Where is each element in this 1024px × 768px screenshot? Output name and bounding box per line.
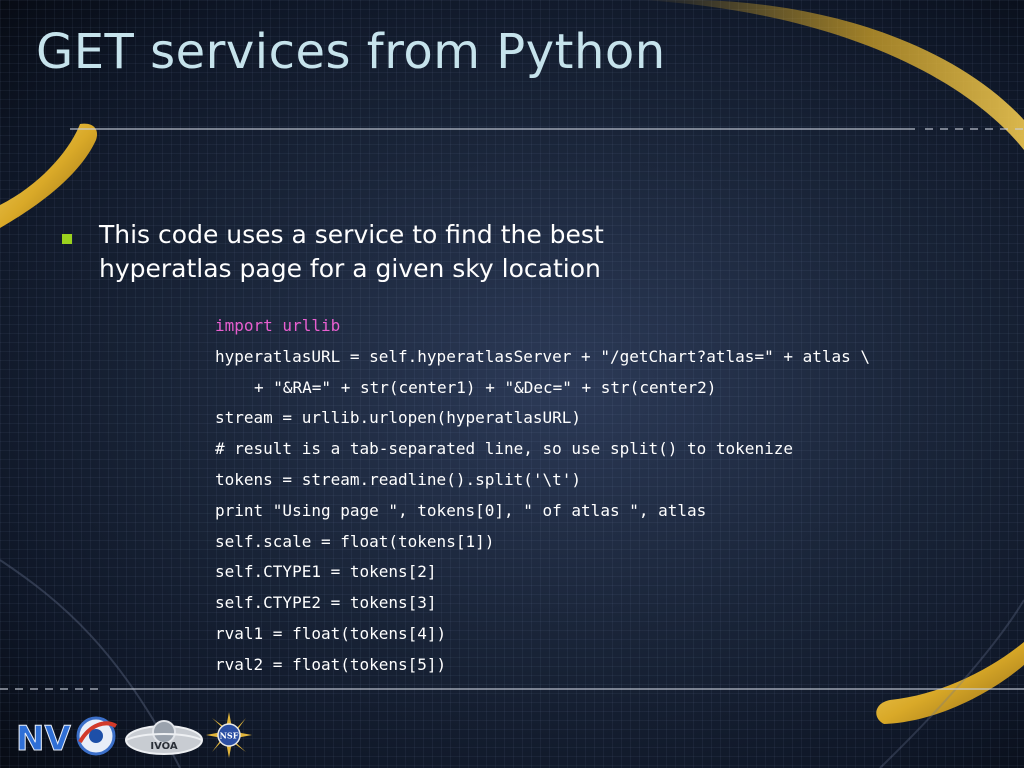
code-line: self.CTYPE2 = tokens[3] [215, 593, 437, 613]
code-line: self.scale = float(tokens[1]) [215, 531, 495, 551]
ivoa-logo-text: IVOA [150, 741, 178, 752]
bullet-square-icon [62, 234, 72, 244]
code-line: import urllib [215, 316, 341, 335]
bullet-text: This code uses a service to find the bes… [99, 220, 604, 283]
code-line: hyperatlasURL = self.hyperatlasServer + … [215, 346, 871, 366]
code-line: self.CTYPE1 = tokens[2] [215, 562, 437, 582]
code-line: rval2 = float(tokens[5]) [215, 654, 447, 674]
code-line: rval1 = float(tokens[4]) [215, 623, 447, 643]
nsf-logo-icon: NSF [206, 712, 252, 758]
ivoa-logo-icon: IVOA [125, 720, 203, 755]
code-line: # result is a tab-separated line, so use… [215, 439, 793, 459]
nvo-logo-icon: NV [16, 716, 118, 758]
code-line: + "&RA=" + str(center1) + "&Dec=" + str(… [254, 377, 717, 397]
code-line: tokens = stream.readline().split('\t') [215, 469, 582, 489]
code-line: print "Using page ", tokens[0], " of atl… [215, 500, 707, 520]
slide: GET services from Python This code uses … [0, 0, 1024, 768]
nsf-logo-text: NSF [220, 731, 239, 741]
code-block: import urllib hyperatlasURL = self.hyper… [215, 311, 995, 681]
slide-title: GET services from Python [36, 24, 666, 80]
nvo-logo-text: NV [16, 719, 71, 758]
code-line: stream = urllib.urlopen(hyperatlasURL) [215, 408, 582, 428]
